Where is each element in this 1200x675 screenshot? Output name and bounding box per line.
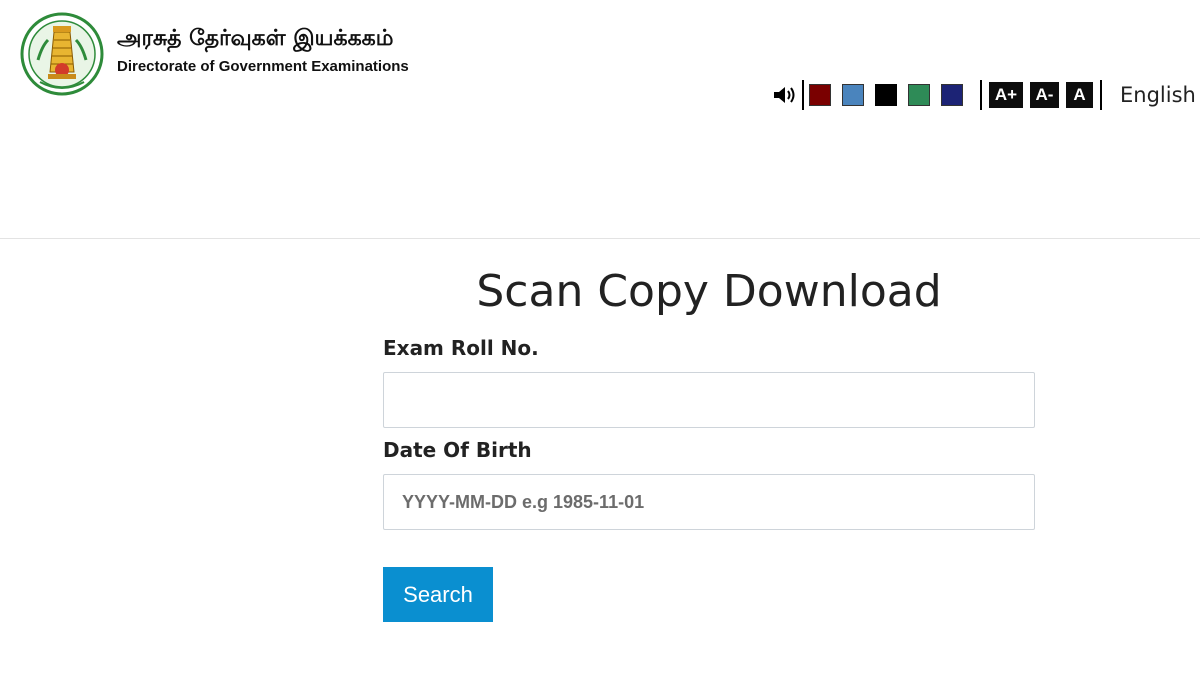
language-toggle[interactable]: English [1120, 83, 1196, 107]
toolbar-divider [802, 80, 804, 110]
font-reset-button[interactable]: A [1066, 82, 1093, 108]
date-of-birth-label: Date Of Birth [383, 438, 532, 462]
tamil-nadu-emblem-icon [20, 10, 104, 98]
theme-steel-blue-button[interactable] [842, 84, 864, 106]
page-title: Scan Copy Download [476, 266, 942, 317]
site-title-tamil: அரசுத் தேர்வுகள் இயக்ககம் [117, 26, 394, 51]
site-branding: அரசுத் தேர்வுகள் இயக்ககம் Directorate of… [117, 24, 409, 75]
speaker-icon[interactable] [772, 84, 798, 106]
exam-roll-label: Exam Roll No. [383, 336, 539, 360]
date-of-birth-input[interactable] [383, 474, 1035, 530]
site-title-english: Directorate of Government Examinations [117, 58, 409, 75]
accessibility-toolbar: A+ A- A English [772, 80, 1196, 110]
theme-black-button[interactable] [875, 84, 897, 106]
theme-navy-button[interactable] [941, 84, 963, 106]
search-button[interactable]: Search [383, 567, 493, 622]
theme-green-button[interactable] [908, 84, 930, 106]
exam-roll-input[interactable] [383, 372, 1035, 428]
theme-maroon-button[interactable] [809, 84, 831, 106]
font-decrease-button[interactable]: A- [1030, 82, 1059, 108]
header-divider [0, 238, 1200, 239]
toolbar-divider [980, 80, 982, 110]
font-increase-button[interactable]: A+ [989, 82, 1023, 108]
toolbar-divider [1100, 80, 1102, 110]
